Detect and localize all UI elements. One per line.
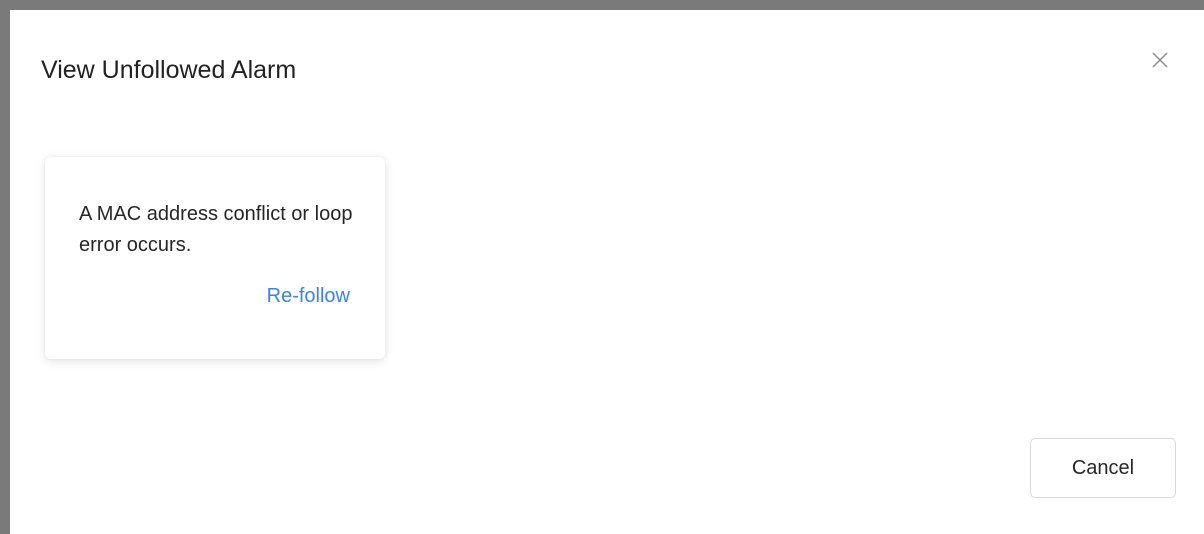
dialog-title: View Unfollowed Alarm	[41, 56, 297, 84]
close-icon	[1148, 48, 1172, 72]
close-button[interactable]	[1148, 48, 1172, 72]
unfollowed-alarm-dialog: View Unfollowed Alarm A MAC address conf…	[10, 10, 1204, 534]
alarm-card: A MAC address conflict or loop error occ…	[45, 157, 385, 359]
re-follow-link[interactable]: Re-follow	[267, 282, 350, 310]
alarm-message: A MAC address conflict or loop error occ…	[79, 203, 353, 256]
cancel-button[interactable]: Cancel	[1030, 438, 1176, 498]
